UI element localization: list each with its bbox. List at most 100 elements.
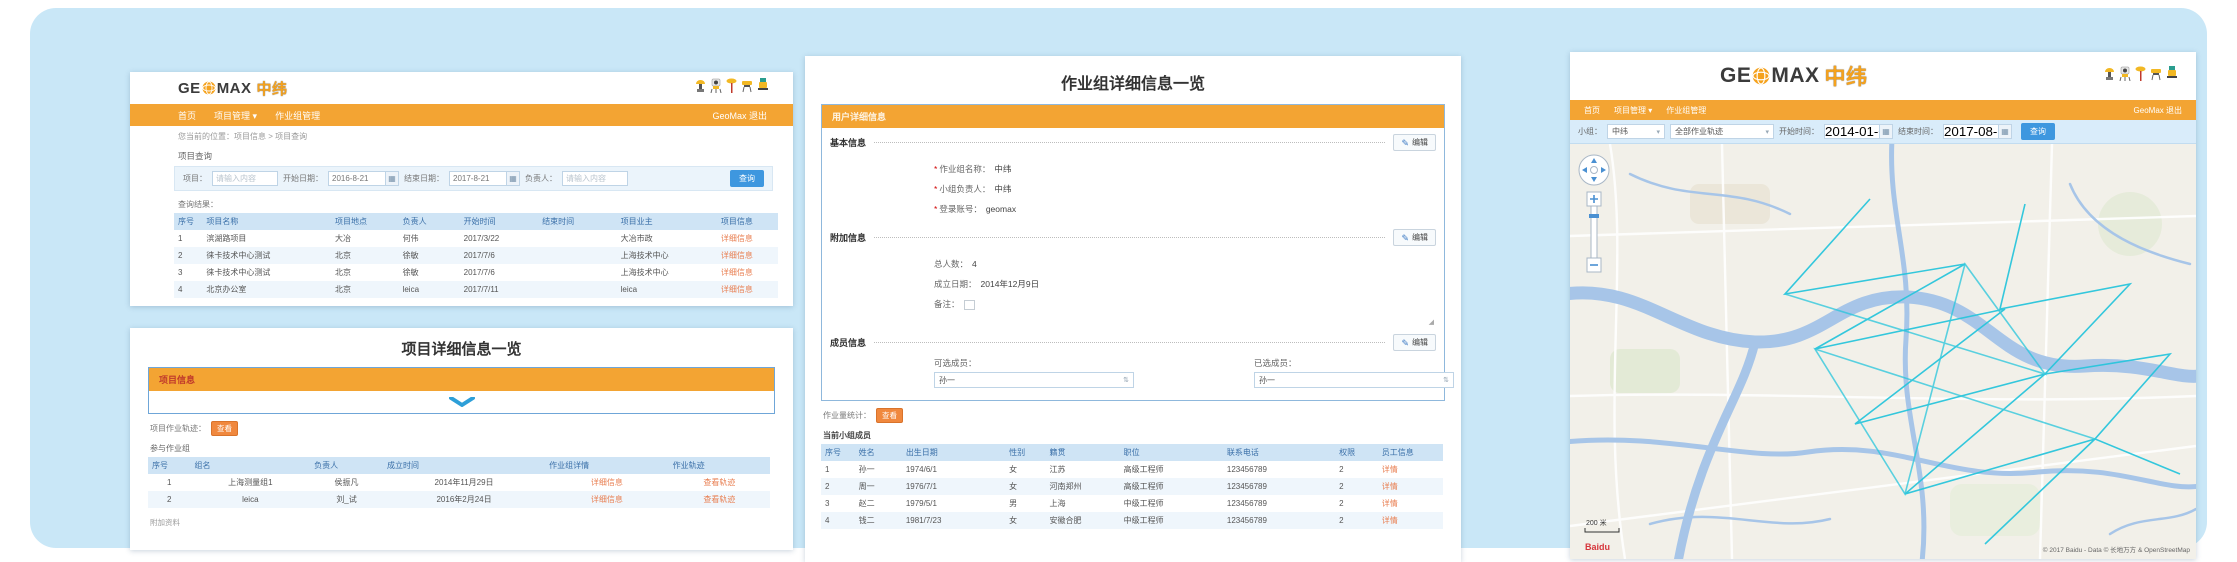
table-link[interactable]: 详情 bbox=[1378, 512, 1443, 529]
scale-text: 200 米 bbox=[1586, 518, 1607, 527]
table-cell: 1981/7/23 bbox=[902, 512, 1005, 529]
end-date-field: ▦ bbox=[449, 171, 520, 186]
map-pan-control[interactable] bbox=[1579, 155, 1609, 185]
project-filter-label: 项目： bbox=[183, 173, 207, 184]
dotted-divider bbox=[874, 342, 1385, 343]
table-cell: 中级工程师 bbox=[1120, 495, 1223, 512]
table-link[interactable]: 详情 bbox=[1378, 461, 1443, 478]
column-header: 开始时间 bbox=[460, 213, 538, 230]
map-search-button[interactable]: 查询 bbox=[2021, 123, 2055, 140]
table-link[interactable]: 详细信息 bbox=[717, 264, 778, 281]
updown-icon: ⇅ bbox=[1443, 376, 1449, 384]
extra-info-title: 附加信息 bbox=[830, 231, 866, 244]
track-type-select[interactable]: 全部作业轨迹 ▾ bbox=[1670, 124, 1774, 139]
column-header: 项目名称 bbox=[202, 213, 331, 230]
remark-textarea[interactable] bbox=[964, 300, 975, 310]
table-row: 1上海测量组1侯振凡2014年11月29日详细信息查看轨迹 bbox=[148, 474, 770, 491]
table-link[interactable]: 详情 bbox=[1378, 478, 1443, 495]
selected-members-select[interactable]: 孙一 ⇅ bbox=[1254, 372, 1454, 388]
project-filter-bar: 项目： 开始日期： ▦ 结束日期： ▦ 负责人： 查询 bbox=[174, 166, 773, 191]
table-cell bbox=[538, 230, 616, 247]
calendar-icon[interactable]: ▦ bbox=[1998, 125, 2011, 138]
column-header: 性别 bbox=[1005, 444, 1045, 461]
start-date-field: ▦ bbox=[328, 171, 399, 186]
table-cell: 1 bbox=[821, 461, 855, 478]
table-cell: 北京 bbox=[331, 247, 399, 264]
basic-info-section-header: 基本信息 ✎ 编辑 bbox=[822, 128, 1444, 155]
start-date-input[interactable] bbox=[329, 172, 385, 185]
logo-text-max: MAX bbox=[1771, 64, 1819, 88]
table-link[interactable]: 查看轨迹 bbox=[669, 491, 770, 508]
table-cell: 3 bbox=[821, 495, 855, 512]
table-cell: 刘_试 bbox=[310, 491, 383, 508]
member-selects-row: 可选成员： 孙一 ⇅ 已选成员： 孙一 ⇅ bbox=[822, 355, 1444, 400]
nav-group-management[interactable]: 作业组管理 bbox=[275, 109, 320, 122]
start-time-input[interactable] bbox=[1825, 125, 1879, 138]
table-link[interactable]: 查看轨迹 bbox=[669, 474, 770, 491]
edit-extra-button[interactable]: ✎ 编辑 bbox=[1393, 229, 1436, 246]
nav-project-management[interactable]: 项目管理 ▾ bbox=[1614, 105, 1652, 116]
table-cell: 大冶 bbox=[331, 230, 399, 247]
map-viewport[interactable]: 200 米 Baidu © 2017 Baidu - Data © 长地万方 &… bbox=[1570, 144, 2196, 559]
nav-home[interactable]: 首页 bbox=[178, 109, 196, 122]
end-time-input[interactable] bbox=[1944, 125, 1998, 138]
column-header: 组名 bbox=[191, 457, 311, 474]
edit-members-button[interactable]: ✎ 编辑 bbox=[1393, 334, 1436, 351]
table-cell: 1 bbox=[174, 230, 202, 247]
table-cell: 2 bbox=[821, 478, 855, 495]
collapse-toggle[interactable] bbox=[149, 391, 774, 413]
logout-link[interactable]: GeoMax 退出 bbox=[712, 109, 767, 122]
table-cell: 2 bbox=[1335, 461, 1378, 478]
brand-header: GE MAX 中纬 bbox=[130, 72, 793, 104]
table-link[interactable]: 详细信息 bbox=[717, 281, 778, 298]
table-link[interactable]: 详细信息 bbox=[545, 491, 669, 508]
table-cell: 江苏 bbox=[1046, 461, 1120, 478]
nav-home[interactable]: 首页 bbox=[1584, 105, 1600, 116]
map-toolbar: 小组： 中纬 ▾ 全部作业轨迹 ▾ 开始时间： ▦ 结束时间： ▦ 查询 bbox=[1570, 120, 2196, 144]
nav-project-management[interactable]: 项目管理 ▾ bbox=[214, 109, 257, 122]
table-cell: 钱二 bbox=[855, 512, 902, 529]
view-track-button[interactable]: 查看 bbox=[211, 421, 238, 436]
available-members-select[interactable]: 孙一 ⇅ bbox=[934, 372, 1134, 388]
table-link[interactable]: 详细信息 bbox=[545, 474, 669, 491]
calendar-icon[interactable]: ▦ bbox=[385, 172, 398, 185]
table-cell: 2017/7/6 bbox=[460, 264, 538, 281]
logo-text-max: MAX bbox=[217, 80, 252, 97]
end-date-input[interactable] bbox=[450, 172, 506, 185]
baidu-map: 200 米 Baidu © 2017 Baidu - Data © 长地万方 &… bbox=[1570, 144, 2196, 559]
calendar-icon[interactable]: ▦ bbox=[1879, 125, 1892, 138]
nav-group-management[interactable]: 作业组管理 bbox=[1666, 105, 1706, 116]
group-select[interactable]: 中纬 ▾ bbox=[1607, 124, 1665, 139]
logout-link[interactable]: GeoMax 退出 bbox=[2134, 105, 2182, 116]
view-stats-button[interactable]: 查看 bbox=[876, 408, 903, 423]
table-row: 2徕卡技术中心测试北京徐敏2017/7/6上海技术中心详细信息 bbox=[174, 247, 778, 264]
table-row: 3赵二1979/5/1男上海中级工程师1234567892详情 bbox=[821, 495, 1443, 512]
start-time-field: ▦ bbox=[1824, 124, 1893, 139]
project-detail-window: 项目详细信息一览 项目信息 项目作业轨迹： 查看 参与作业组 序号组名负责人成立… bbox=[130, 328, 793, 550]
project-name-input[interactable] bbox=[212, 171, 278, 186]
column-header: 结束时间 bbox=[538, 213, 616, 230]
search-button[interactable]: 查询 bbox=[730, 170, 764, 187]
table-cell: 北京 bbox=[331, 264, 399, 281]
edit-basic-button[interactable]: ✎ 编辑 bbox=[1393, 134, 1436, 151]
members-section-header: 成员信息 ✎ 编辑 bbox=[822, 328, 1444, 355]
table-link[interactable]: 详情 bbox=[1378, 495, 1443, 512]
table-cell: 徕卡技术中心测试 bbox=[202, 247, 331, 264]
members-table-label: 当前小组成员 bbox=[805, 425, 1461, 444]
table-link[interactable]: 详细信息 bbox=[717, 230, 778, 247]
table-cell: 周一 bbox=[855, 478, 902, 495]
column-header: 序号 bbox=[821, 444, 855, 461]
table-link[interactable]: 详细信息 bbox=[717, 247, 778, 264]
column-header: 负责人 bbox=[399, 213, 460, 230]
column-header: 负责人 bbox=[310, 457, 383, 474]
field-remark: 备注： bbox=[822, 298, 1444, 310]
start-time-label: 开始时间： bbox=[1779, 126, 1819, 137]
updown-icon: ⇅ bbox=[1123, 376, 1129, 384]
table-cell: 1974/6/1 bbox=[902, 461, 1005, 478]
calendar-icon[interactable]: ▦ bbox=[506, 172, 519, 185]
table-cell: 女 bbox=[1005, 512, 1045, 529]
table-cell: 上海 bbox=[1046, 495, 1120, 512]
table-cell: 2 bbox=[148, 491, 191, 508]
owner-input[interactable] bbox=[562, 171, 628, 186]
column-header: 籍贯 bbox=[1046, 444, 1120, 461]
